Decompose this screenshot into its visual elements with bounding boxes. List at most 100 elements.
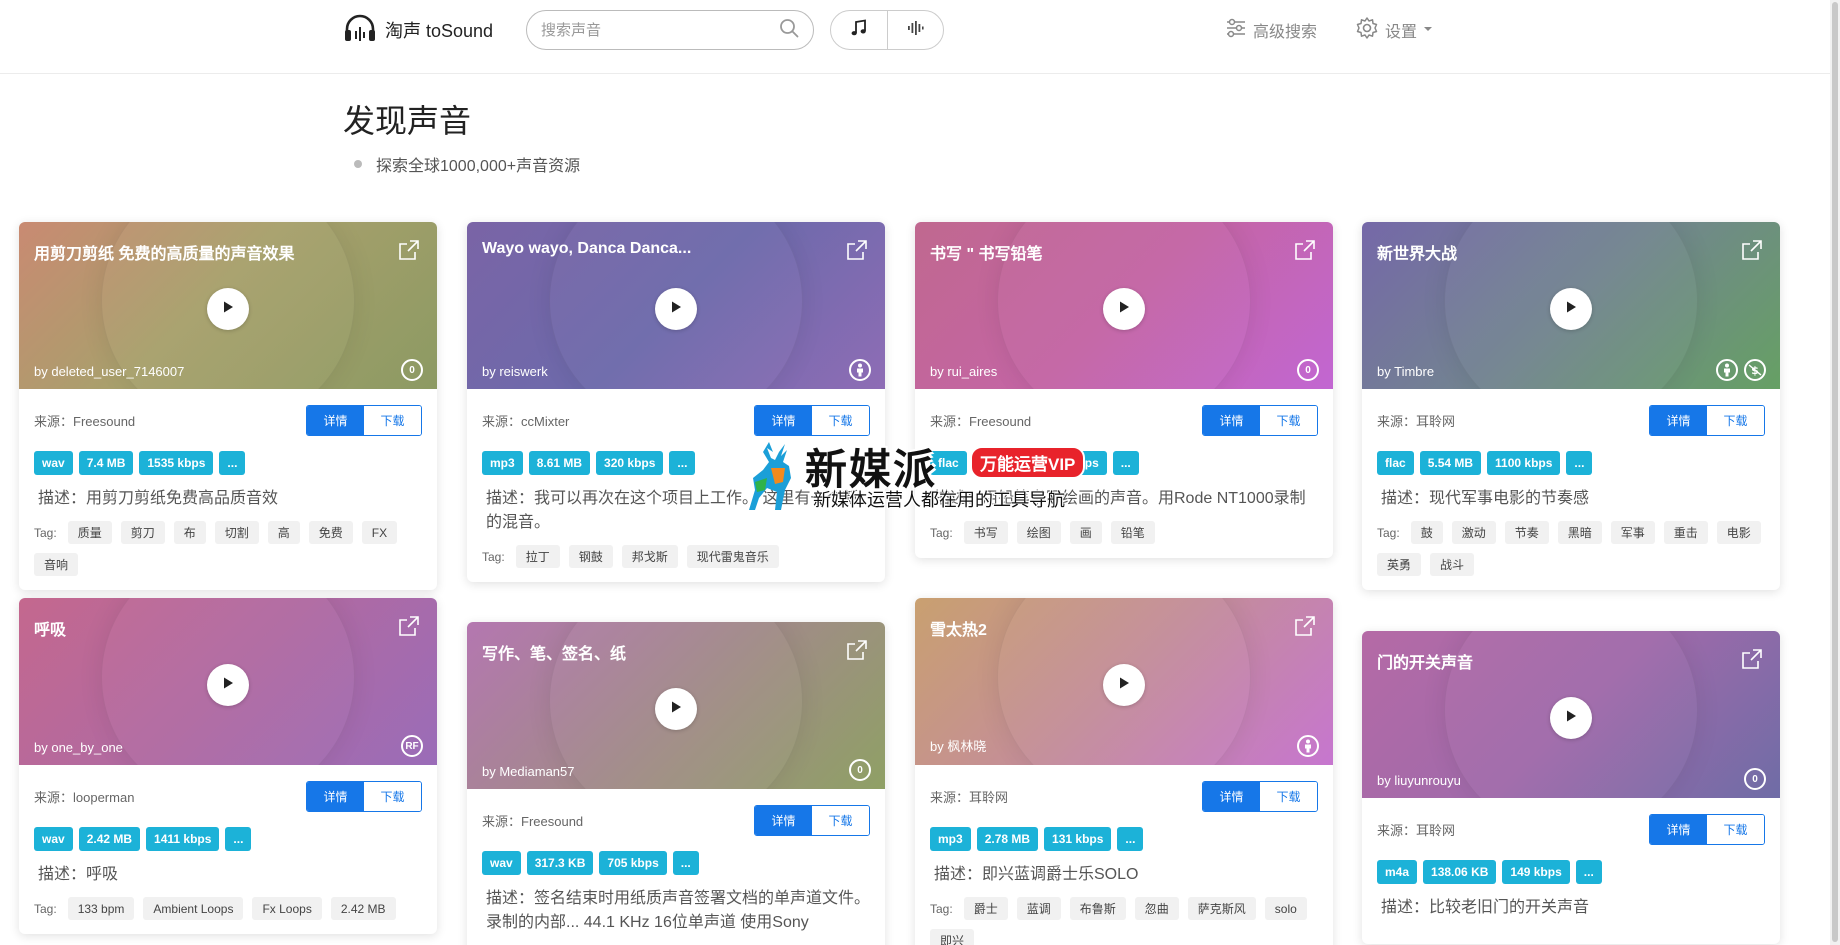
tag-chip[interactable]: 现代雷鬼音乐: [686, 545, 779, 568]
tag-chip[interactable]: Fx Loops: [252, 897, 322, 920]
card-title[interactable]: 呼吸: [34, 616, 377, 640]
tag-chip[interactable]: 激动: [1451, 521, 1496, 544]
tag-chip[interactable]: 蓝调: [1016, 897, 1061, 920]
tag-chip[interactable]: 布: [173, 521, 206, 544]
play-button[interactable]: [1550, 288, 1592, 330]
detail-button[interactable]: 详情: [1203, 406, 1260, 435]
tag-chip[interactable]: 133 bpm: [67, 897, 135, 920]
external-link-icon[interactable]: [1740, 647, 1764, 676]
tag-chip[interactable]: 黑暗: [1557, 521, 1602, 544]
play-button[interactable]: [655, 688, 697, 730]
card-author[interactable]: by one_by_one: [34, 740, 123, 755]
tag-chip[interactable]: 重击: [1663, 521, 1708, 544]
download-button[interactable]: 下载: [1260, 782, 1317, 811]
more-badge[interactable]: ...: [672, 851, 699, 875]
card-title[interactable]: 书写 " 书写铅笔: [930, 240, 1273, 264]
card-title[interactable]: Wayo wayo, Danca Danca...: [482, 240, 825, 258]
tag-chip[interactable]: 剪刀: [120, 521, 165, 544]
card-title[interactable]: 门的开关声音: [1377, 649, 1720, 673]
play-button[interactable]: [1103, 664, 1145, 706]
external-link-icon[interactable]: [1293, 238, 1317, 267]
scrollbar-thumb[interactable]: [1832, 2, 1838, 942]
card-author[interactable]: by reiswerk: [482, 364, 548, 379]
download-button[interactable]: 下载: [812, 806, 869, 835]
tag-chip[interactable]: 布鲁斯: [1069, 897, 1126, 920]
card-author[interactable]: by rui_aires: [930, 364, 997, 379]
play-button[interactable]: [655, 288, 697, 330]
detail-button[interactable]: 详情: [755, 406, 812, 435]
tag-chip[interactable]: 绘图: [1016, 521, 1061, 544]
tag-chip[interactable]: 2.42 MB: [330, 897, 396, 920]
tag-chip[interactable]: solo: [1264, 897, 1307, 920]
play-button[interactable]: [1550, 697, 1592, 739]
detail-button[interactable]: 详情: [1203, 782, 1260, 811]
tag-chip[interactable]: Ambient Loops: [143, 897, 244, 920]
music-mode-button[interactable]: [831, 11, 887, 49]
page-scrollbar[interactable]: [1830, 0, 1840, 945]
external-link-icon[interactable]: [1740, 238, 1764, 267]
detail-button[interactable]: 详情: [755, 806, 812, 835]
tag-chip[interactable]: 邦戈斯: [621, 545, 678, 568]
more-badge[interactable]: ...: [219, 451, 246, 475]
card-author[interactable]: by deleted_user_7146007: [34, 364, 184, 379]
site-logo[interactable]: 淘声 toSound: [343, 14, 493, 45]
tag-chip[interactable]: 质量: [67, 521, 112, 544]
card-author[interactable]: by 枫林晓: [930, 736, 986, 755]
tag-chip[interactable]: 即兴: [930, 929, 975, 945]
download-button[interactable]: 下载: [364, 406, 421, 435]
external-link-icon[interactable]: [845, 638, 869, 667]
tag-chip[interactable]: 英勇: [1377, 553, 1422, 576]
tag-chip[interactable]: 书写: [963, 521, 1008, 544]
tag-chip[interactable]: 音响: [34, 553, 79, 576]
detail-button[interactable]: 详情: [1650, 406, 1707, 435]
more-badge[interactable]: ...: [669, 451, 696, 475]
tag-chip[interactable]: 高: [267, 521, 300, 544]
detail-button[interactable]: 详情: [307, 406, 364, 435]
tag-chip[interactable]: 鼓: [1410, 521, 1443, 544]
tag-chip[interactable]: 免费: [308, 521, 353, 544]
download-button[interactable]: 下载: [1260, 406, 1317, 435]
tag-chip[interactable]: 节奏: [1504, 521, 1549, 544]
tag-chip[interactable]: 军事: [1610, 521, 1655, 544]
play-button[interactable]: [1103, 288, 1145, 330]
more-badge[interactable]: ...: [1112, 451, 1139, 475]
tag-chip[interactable]: 电影: [1716, 521, 1761, 544]
tag-chip[interactable]: 爵士: [963, 897, 1008, 920]
detail-button[interactable]: 详情: [1650, 815, 1707, 844]
tag-chip[interactable]: 钢鼓: [568, 545, 613, 568]
download-button[interactable]: 下载: [364, 782, 421, 811]
tag-chip[interactable]: 拉丁: [515, 545, 560, 568]
advanced-search-link[interactable]: 高级搜索: [1225, 16, 1317, 44]
tag-chip[interactable]: FX: [361, 521, 398, 544]
download-button[interactable]: 下载: [1707, 406, 1764, 435]
more-badge[interactable]: ...: [1117, 827, 1144, 851]
more-badge[interactable]: ...: [1575, 860, 1602, 884]
card-author[interactable]: by Mediaman57: [482, 764, 575, 779]
tag-chip[interactable]: 切割: [214, 521, 259, 544]
download-button[interactable]: 下载: [812, 406, 869, 435]
external-link-icon[interactable]: [845, 238, 869, 267]
tag-chip[interactable]: 画: [1069, 521, 1102, 544]
play-button[interactable]: [207, 664, 249, 706]
download-button[interactable]: 下载: [1707, 815, 1764, 844]
card-author[interactable]: by Timbre: [1377, 364, 1434, 379]
card-author[interactable]: by liuyunrouyu: [1377, 773, 1461, 788]
more-badge[interactable]: ...: [1566, 451, 1593, 475]
external-link-icon[interactable]: [397, 614, 421, 643]
tag-chip[interactable]: 战斗: [1430, 553, 1475, 576]
external-link-icon[interactable]: [1293, 614, 1317, 643]
external-link-icon[interactable]: [397, 238, 421, 267]
search-icon[interactable]: [779, 18, 799, 43]
card-title[interactable]: 新世界大战: [1377, 240, 1720, 264]
play-button[interactable]: [207, 288, 249, 330]
more-badge[interactable]: ...: [225, 827, 252, 851]
search-input[interactable]: [541, 21, 779, 39]
tag-chip[interactable]: 忽曲: [1134, 897, 1179, 920]
card-title[interactable]: 写作、笔、签名、纸: [482, 640, 825, 664]
tag-chip[interactable]: 萨克斯风: [1187, 897, 1256, 920]
card-title[interactable]: 雪太热2: [930, 616, 1273, 640]
sound-mode-button[interactable]: [886, 11, 944, 49]
tag-chip[interactable]: 铅笔: [1110, 521, 1155, 544]
card-title[interactable]: 用剪刀剪纸 免费的高质量的声音效果: [34, 240, 377, 264]
settings-dropdown[interactable]: 设置: [1355, 16, 1433, 44]
